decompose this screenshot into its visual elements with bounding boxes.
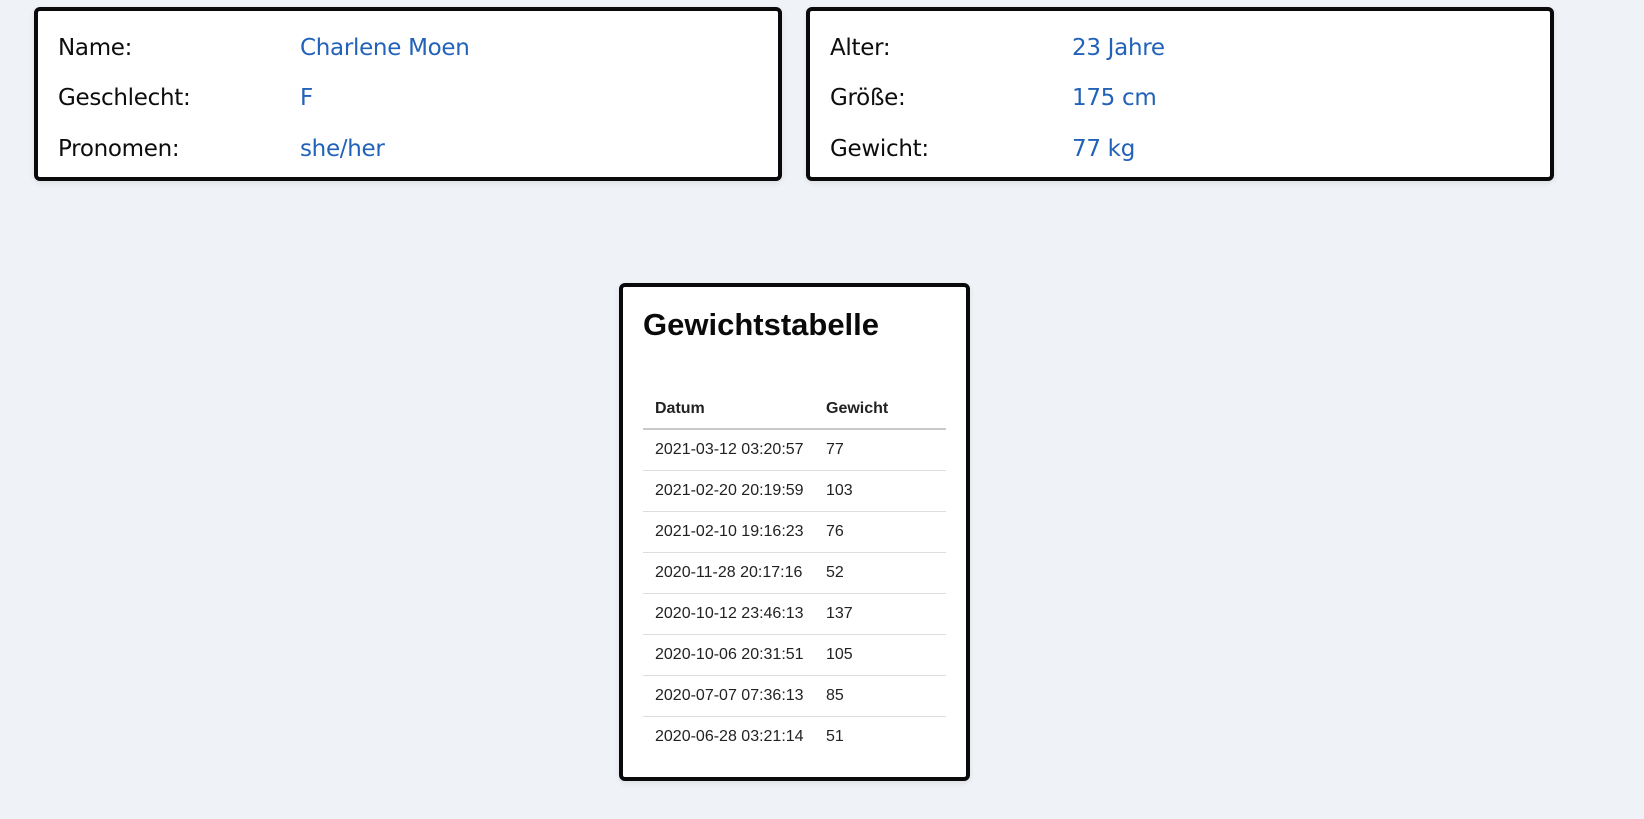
height-value: 175 cm xyxy=(1072,85,1157,111)
weight-cell: 103 xyxy=(814,470,946,512)
gender-label: Geschlecht: xyxy=(58,85,191,111)
table-row: 2020-11-28 20:17:16 52 xyxy=(643,552,946,594)
weight-table-title: Gewichtstabelle xyxy=(643,307,880,342)
table-row: 2021-03-12 03:20:57 77 xyxy=(643,429,946,471)
height-label: Größe: xyxy=(830,85,906,111)
pronouns-value: she/her xyxy=(300,136,385,162)
name-label: Name: xyxy=(58,35,133,61)
weight-cell: 52 xyxy=(814,552,946,594)
weight-value: 77 kg xyxy=(1072,136,1135,162)
table-row: 2021-02-20 20:19:59 103 xyxy=(643,470,946,512)
weight-cell: 137 xyxy=(814,593,946,635)
date-cell: 2021-02-10 19:16:23 xyxy=(643,511,814,553)
weight-table: Datum Gewicht 2021-03-12 03:20:57 77 202… xyxy=(643,390,946,757)
name-value: Charlene Moen xyxy=(300,35,470,61)
gender-row: Geschlecht: F xyxy=(58,81,758,115)
date-cell: 2020-06-28 03:21:14 xyxy=(655,728,804,745)
table-row: 2020-06-28 03:21:14 51 xyxy=(643,717,946,758)
age-row: Alter: 23 Jahre xyxy=(830,31,1530,65)
pronouns-label: Pronomen: xyxy=(58,136,180,162)
column-header-date: Datum xyxy=(655,400,705,417)
table-row: 2020-10-06 20:31:51 105 xyxy=(643,634,946,676)
weight-row: Gewicht: 77 kg xyxy=(830,132,1530,166)
weight-cell: 85 xyxy=(814,675,946,717)
weight-cell: 51 xyxy=(826,728,844,745)
date-cell: 2020-07-07 07:36:13 xyxy=(643,675,814,717)
weight-label: Gewicht: xyxy=(830,136,929,162)
weight-cell: 105 xyxy=(814,634,946,676)
pronouns-row: Pronomen: she/her xyxy=(58,132,758,166)
date-cell: 2020-10-12 23:46:13 xyxy=(643,593,814,635)
body-metrics-card: Alter: 23 Jahre Größe: 175 cm Gewicht: 7… xyxy=(806,7,1554,181)
date-cell: 2021-03-12 03:20:57 xyxy=(643,429,814,471)
column-header-weight: Gewicht xyxy=(826,400,889,417)
gender-value: F xyxy=(300,85,313,111)
name-row: Name: Charlene Moen xyxy=(58,31,758,65)
height-row: Größe: 175 cm xyxy=(830,81,1530,115)
table-row: 2020-10-12 23:46:13 137 xyxy=(643,593,946,635)
header-divider-trim xyxy=(926,433,950,436)
date-cell: 2020-11-28 20:17:16 xyxy=(643,552,814,594)
weight-cell: 76 xyxy=(814,511,946,553)
date-cell: 2021-02-20 20:19:59 xyxy=(643,470,814,512)
table-row: 2020-07-07 07:36:13 85 xyxy=(643,675,946,717)
weight-table-card: Gewichtstabelle Datum Gewicht 2021-03-12… xyxy=(619,283,970,781)
table-header-row: Datum Gewicht xyxy=(643,390,946,429)
table-row: 2021-02-10 19:16:23 76 xyxy=(643,511,946,553)
date-cell: 2020-10-06 20:31:51 xyxy=(643,634,814,676)
age-value: 23 Jahre xyxy=(1072,35,1165,61)
age-label: Alter: xyxy=(830,35,891,61)
personal-info-card: Name: Charlene Moen Geschlecht: F Pronom… xyxy=(34,7,782,181)
